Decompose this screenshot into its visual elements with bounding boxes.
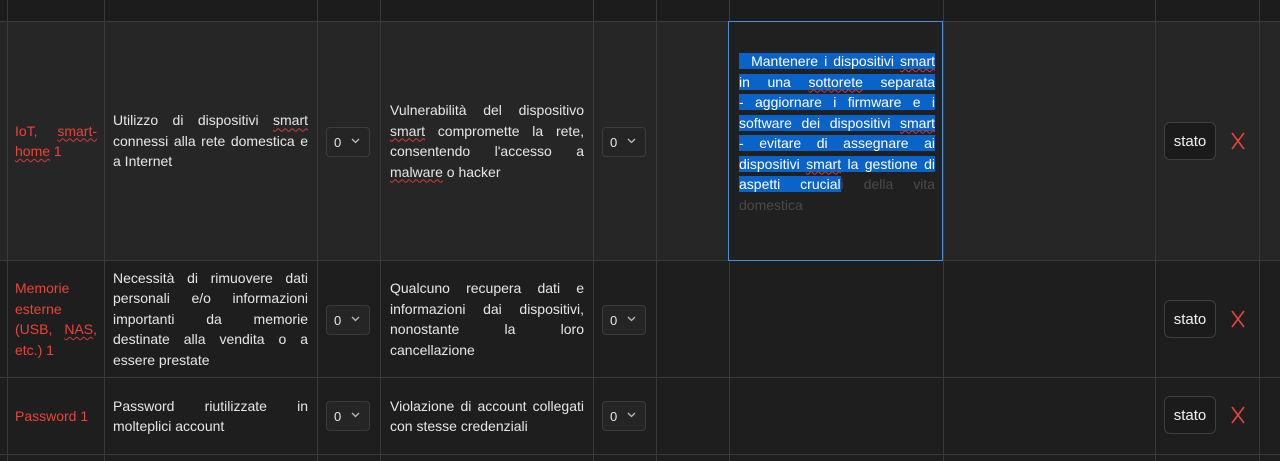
likelihood-select[interactable]: 0 — [326, 127, 370, 157]
column-divider — [593, 0, 594, 461]
row-label: IoT, smart-home 1 — [15, 22, 97, 260]
row-label-text: Memorie esterne (USB, NAS, etc.) 1 — [15, 280, 97, 358]
row-description: Password riutilizzate in molteplici acco… — [113, 397, 308, 435]
column-divider — [380, 0, 381, 461]
chevron-down-icon — [627, 412, 636, 418]
chevron-down-icon — [351, 316, 360, 322]
row-threat: Violazione di account collegati con stes… — [390, 397, 584, 435]
impact-select[interactable]: 0 — [602, 127, 646, 157]
top-row-band — [0, 0, 1280, 21]
impact-select[interactable]: 0 — [602, 401, 646, 431]
stato-button[interactable]: stato — [1164, 122, 1216, 160]
row-label: Memorie esterne (USB, NAS, etc.) 1 — [15, 261, 97, 377]
row-label-text: IoT, smart-home 1 — [15, 122, 97, 160]
column-divider — [317, 0, 318, 461]
column-divider — [943, 0, 944, 461]
x-icon[interactable] — [1230, 131, 1246, 151]
column-divider — [1155, 0, 1156, 461]
row-label: Password 1 — [15, 407, 89, 424]
likelihood-select[interactable]: 0 — [326, 305, 370, 335]
likelihood-select[interactable]: 0 — [326, 401, 370, 431]
row-description: Utilizzo di dispositivi smart connessi a… — [113, 112, 308, 170]
column-divider — [1259, 0, 1260, 461]
row-description: Necessità di rimuovere dati personali e/… — [113, 269, 308, 368]
row-threat: Qualcuno recupera dati e informazioni da… — [390, 280, 584, 358]
column-divider — [656, 0, 657, 461]
measures-editor[interactable]: Mantenere i dispositivi smart in una sot… — [728, 21, 943, 261]
stato-button[interactable]: stato — [1164, 300, 1216, 338]
x-icon[interactable] — [1230, 405, 1246, 425]
impact-select[interactable]: 0 — [602, 305, 646, 335]
column-divider — [7, 0, 8, 461]
chevron-down-icon — [351, 138, 360, 144]
chevron-down-icon — [351, 412, 360, 418]
row-threat: Vulnerabilità del dispositivo smart comp… — [390, 102, 584, 180]
row-divider — [0, 454, 1280, 455]
chevron-down-icon — [627, 316, 636, 322]
stato-button[interactable]: stato — [1164, 396, 1216, 434]
measures-text: Mantenere i dispositivi smart in una sot… — [739, 53, 935, 213]
x-icon[interactable] — [1230, 309, 1246, 329]
chevron-down-icon — [627, 138, 636, 144]
